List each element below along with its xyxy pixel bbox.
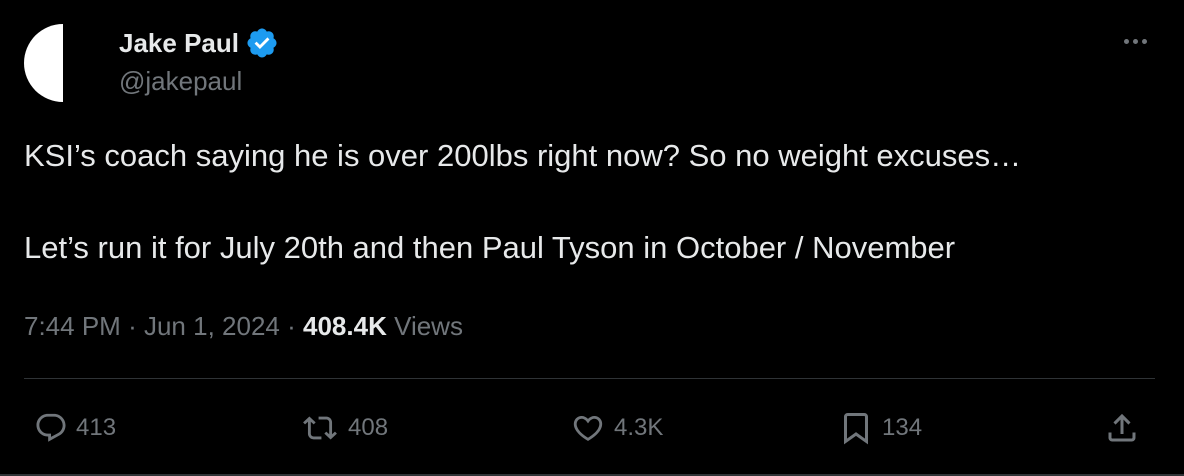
tweet-meta: 7:44 PM · Jun 1, 2024 · 408.4K Views: [24, 311, 463, 342]
views-count: 408.4K: [303, 311, 387, 341]
share-icon: [1104, 410, 1140, 446]
avatar[interactable]: [24, 24, 102, 102]
action-bar: 413 408 4.3K 134: [0, 406, 1184, 450]
display-name[interactable]: Jake Paul: [119, 28, 239, 59]
reply-count: 413: [76, 414, 117, 441]
repost-button[interactable]: 408: [300, 406, 388, 450]
author-block: Jake Paul @jakepaul: [119, 24, 279, 97]
share-button[interactable]: [1104, 406, 1140, 450]
bookmark-icon: [838, 410, 874, 446]
bookmark-count: 134: [882, 414, 923, 441]
divider: [24, 378, 1155, 379]
bookmark-button[interactable]: 134: [838, 406, 922, 450]
tweet-date[interactable]: Jun 1, 2024: [144, 311, 280, 341]
heart-icon: [570, 411, 606, 445]
reply-icon: [34, 411, 68, 445]
reply-button[interactable]: 413: [34, 406, 116, 450]
tweet-text-line-1: KSI’s coach saying he is over 200lbs rig…: [24, 138, 1022, 173]
user-handle[interactable]: @jakepaul: [119, 66, 279, 97]
meta-separator: ·: [287, 311, 296, 341]
like-count: 4.3K: [614, 414, 664, 441]
more-icon[interactable]: [1120, 26, 1150, 56]
views-label: Views: [394, 311, 463, 341]
tweet-card: Jake Paul @jakepaul KSI’s coach saying h…: [0, 0, 1184, 476]
tweet-text: KSI’s coach saying he is over 200lbs rig…: [24, 133, 1154, 271]
name-row: Jake Paul: [119, 24, 279, 62]
verified-badge-icon[interactable]: [245, 26, 279, 60]
meta-separator: ·: [128, 311, 137, 341]
tweet-time[interactable]: 7:44 PM: [24, 311, 121, 341]
repost-count: 408: [348, 414, 389, 441]
avatar-white-half: [24, 24, 63, 102]
like-button[interactable]: 4.3K: [570, 406, 663, 450]
tweet-text-line-2: Let’s run it for July 20th and then Paul…: [24, 230, 956, 265]
repost-icon: [300, 411, 340, 445]
